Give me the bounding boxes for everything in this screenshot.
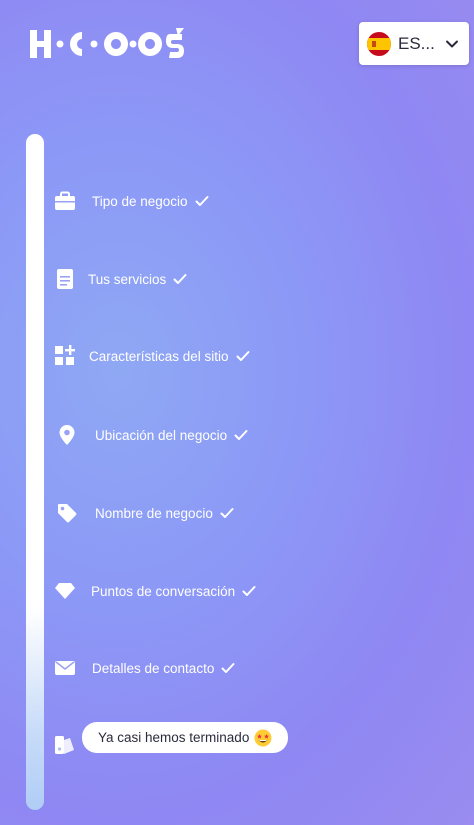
check-icon bbox=[221, 663, 235, 673]
step-label: Características del sitio bbox=[89, 348, 229, 364]
palette-icon bbox=[54, 734, 76, 756]
star-struck-emoji-icon bbox=[254, 729, 272, 746]
check-icon bbox=[234, 430, 248, 440]
check-icon bbox=[195, 196, 209, 206]
check-icon bbox=[220, 508, 234, 518]
step-label: Ubicación del negocio bbox=[95, 427, 228, 443]
step-your-services[interactable]: Tus servicios bbox=[54, 267, 187, 291]
diamond-icon bbox=[54, 580, 76, 602]
step-label: Nombre de negocio bbox=[95, 505, 213, 521]
step-contact-details[interactable]: Detalles de contacto bbox=[54, 656, 235, 680]
spain-flag-icon bbox=[367, 31, 391, 56]
check-icon bbox=[242, 586, 256, 596]
step-label: Puntos de conversación bbox=[91, 583, 236, 599]
briefcase-icon bbox=[54, 190, 76, 212]
hocoos-logo[interactable] bbox=[30, 28, 186, 60]
progress-rail bbox=[26, 134, 44, 810]
language-selector[interactable]: ES... bbox=[359, 22, 469, 65]
widgets-icon bbox=[54, 345, 76, 367]
step-label: Ya casi hemos terminado bbox=[98, 730, 250, 745]
step-business-type[interactable]: Tipo de negocio bbox=[54, 189, 209, 213]
check-icon bbox=[173, 274, 187, 284]
tag-icon bbox=[56, 502, 78, 524]
chevron-down-icon bbox=[446, 40, 458, 47]
language-code: ES... bbox=[398, 33, 435, 53]
envelope-icon bbox=[54, 657, 76, 679]
current-step-bubble: Ya casi hemos terminado bbox=[82, 722, 289, 753]
location-pin-icon bbox=[56, 424, 78, 446]
step-business-name[interactable]: Nombre de negocio bbox=[54, 501, 234, 525]
step-talking-points[interactable]: Puntos de conversación bbox=[54, 579, 256, 603]
step-almost-done[interactable] bbox=[54, 733, 76, 757]
step-label: Tipo de negocio bbox=[92, 193, 188, 209]
step-label: Detalles de contacto bbox=[92, 660, 215, 676]
check-icon bbox=[236, 351, 250, 361]
step-site-features[interactable]: Características del sitio bbox=[54, 344, 250, 368]
step-label: Tus servicios bbox=[88, 271, 167, 287]
step-business-location[interactable]: Ubicación del negocio bbox=[54, 423, 248, 447]
document-icon bbox=[54, 268, 76, 290]
